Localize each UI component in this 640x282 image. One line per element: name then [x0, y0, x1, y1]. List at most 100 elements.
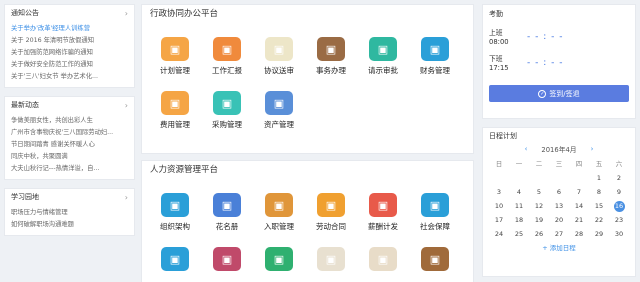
app-tile[interactable]: ▣ [150, 233, 200, 282]
briefcase-icon: ▣ [317, 37, 345, 61]
calendar-day[interactable]: 7 [569, 185, 589, 199]
announcements-header[interactable]: 通知公告 › [5, 5, 134, 21]
chevron-right-icon[interactable]: › [125, 9, 128, 18]
calendar-empty [569, 171, 589, 185]
next-month-icon[interactable]: › [591, 145, 594, 153]
app-label: 协议送审 [264, 66, 294, 75]
list-item[interactable]: 广州市含事物庆祝'三八国际劳动妇... [11, 127, 128, 139]
calendar-day[interactable]: 2 [609, 171, 629, 185]
calendar-day[interactable]: 25 [509, 227, 529, 241]
calendar-day[interactable]: 27 [549, 227, 569, 241]
app-tile[interactable]: ▣ 工作汇报 [202, 23, 252, 77]
app-tile[interactable]: ▣ 劳动合同 [306, 179, 356, 233]
calendar-day[interactable]: 24 [489, 227, 509, 241]
list-item[interactable]: 关于做好安全防范工作的通知 [11, 59, 128, 71]
office-platform-panel: 行政协同办公平台 ▣ 计划管理 ▣ 工作汇报 ▣ 协议送审 ▣ 事务办理 ▣ 请示审批 ▣ 财务管理 ▣… [141, 4, 474, 154]
calendar-day[interactable]: 29 [589, 227, 609, 241]
list-item[interactable]: 如何破解职场沟通难题 [11, 219, 128, 231]
news-header[interactable]: 最新动态 › [5, 97, 134, 113]
app-tile[interactable]: ▣ 组织架构 [150, 179, 200, 233]
calendar-day[interactable]: 28 [569, 227, 589, 241]
app-tile[interactable]: ▣ 花名册 [202, 179, 252, 233]
calendar-day[interactable]: 19 [529, 213, 549, 227]
insurance-icon: ▣ [421, 193, 449, 217]
calendar-day[interactable]: 5 [529, 185, 549, 199]
app-label: 计划管理 [160, 66, 190, 75]
prev-month-icon[interactable]: ‹ [525, 145, 528, 153]
labor-contract-icon: ▣ [317, 193, 345, 217]
app-tile[interactable]: ▣ [306, 233, 356, 282]
calendar-day[interactable]: 3 [489, 185, 509, 199]
app-tile[interactable]: ▣ 事务办理 [306, 23, 356, 77]
hr-icon-8: ▣ [213, 247, 241, 271]
app-tile[interactable]: ▣ 薪酬计发 [358, 179, 408, 233]
calendar-day[interactable]: 18 [509, 213, 529, 227]
checkin-label: 上班 [489, 29, 503, 37]
app-label: 费用管理 [160, 120, 190, 129]
onboard-icon: ▣ [265, 193, 293, 217]
list-item[interactable]: 关于'三八'妇女节 举办艺术化... [11, 71, 128, 83]
calendar-day[interactable]: 20 [549, 213, 569, 227]
list-item[interactable]: 职场压力与情绪管理 [11, 207, 128, 219]
chevron-right-icon[interactable]: › [125, 101, 128, 110]
app-tile[interactable]: ▣ 计划管理 [150, 23, 200, 77]
calendar-day[interactable]: 26 [529, 227, 549, 241]
finance-icon: ▣ [421, 37, 449, 61]
right-column: 考勤 上班 08:00 - - : - - 下班 17:15 - - : - -… [482, 4, 636, 277]
announcements-list: 关于举办'改革'经理人训练营 关于 2016 年清明节放假通知 关于加强防范网络诈骗… [5, 21, 134, 87]
hr-app-grid: ▣ 组织架构 ▣ 花名册 ▣ 入职管理 ▣ 劳动合同 ▣ 薪酬计发 ▣ 社会保障 ▣ ▣ ▣ ▣ ▣ ▣ [142, 179, 473, 282]
sign-in-out-button[interactable]: ✓ 签到/签退 [489, 85, 629, 102]
calendar-day[interactable]: 17 [489, 213, 509, 227]
checkin-record: - - : - - [527, 32, 564, 42]
calendar-day[interactable]: 8 [589, 185, 609, 199]
plan-icon: ▣ [161, 37, 189, 61]
calendar-day[interactable]: 12 [529, 199, 549, 213]
calendar-day[interactable]: 30 [609, 227, 629, 241]
app-tile[interactable]: ▣ 请示审批 [358, 23, 408, 77]
calendar-day[interactable]: 9 [609, 185, 629, 199]
app-tile[interactable]: ▣ 费用管理 [150, 77, 200, 131]
office-app-grid: ▣ 计划管理 ▣ 工作汇报 ▣ 协议送审 ▣ 事务办理 ▣ 请示审批 ▣ 财务管理 ▣ 费用管理 ▣ 采购管理… [142, 23, 473, 131]
list-item[interactable]: 同庆中秋，共聚圆满 [11, 151, 128, 163]
attendance-title: 考勤 [489, 10, 503, 18]
app-tile[interactable]: ▣ 资产管理 [254, 77, 304, 131]
calendar-day[interactable]: 21 [569, 213, 589, 227]
calendar-empty [489, 171, 509, 185]
app-tile[interactable]: ▣ 财务管理 [410, 23, 460, 77]
app-tile[interactable]: ▣ 协议送审 [254, 23, 304, 77]
app-tile[interactable]: ▣ [254, 233, 304, 282]
calendar-day[interactable]: 1 [589, 171, 609, 185]
calendar-day[interactable]: 16 [609, 199, 629, 213]
learning-header[interactable]: 学习园地 › [5, 189, 134, 205]
sign-button-label: 签到/签退 [549, 89, 580, 98]
chevron-right-icon[interactable]: › [125, 193, 128, 202]
app-label: 社会保障 [420, 222, 450, 231]
calendar-day[interactable]: 11 [509, 199, 529, 213]
app-tile[interactable]: ▣ [410, 233, 460, 282]
app-tile[interactable]: ▣ [358, 233, 408, 282]
add-schedule-button[interactable]: + 添加日程 [489, 242, 629, 252]
list-item[interactable]: 关于加强防范网络诈骗的通知 [11, 47, 128, 59]
middle-column: 行政协同办公平台 ▣ 计划管理 ▣ 工作汇报 ▣ 协议送审 ▣ 事务办理 ▣ 请示审批 ▣ 财务管理 ▣… [141, 4, 474, 282]
list-item[interactable]: 大夫山秋行记---热情洋溢，自... [11, 163, 128, 175]
app-tile[interactable]: ▣ 入职管理 [254, 179, 304, 233]
calendar-day[interactable]: 23 [609, 213, 629, 227]
list-item[interactable]: 争做美丽女性，共创出彩人生 [11, 115, 128, 127]
news-list: 争做美丽女性，共创出彩人生 广州市含事物庆祝'三八国际劳动妇... 节日期间踏青 感… [5, 113, 134, 179]
list-item[interactable]: 关于 2016 年清明节放假通知 [11, 35, 128, 47]
app-label: 薪酬计发 [368, 222, 398, 231]
list-item[interactable]: 节日期间踏青 感谢关怀暖人心 [11, 139, 128, 151]
calendar-empty [529, 171, 549, 185]
calendar-day[interactable]: 15 [589, 199, 609, 213]
calendar-day[interactable]: 10 [489, 199, 509, 213]
calendar-day[interactable]: 6 [549, 185, 569, 199]
app-tile[interactable]: ▣ 采购管理 [202, 77, 252, 131]
app-tile[interactable]: ▣ 社会保障 [410, 179, 460, 233]
list-item[interactable]: 关于举办'改革'经理人训练营 [11, 23, 128, 35]
weekday-label: 三 [555, 160, 563, 168]
calendar-day[interactable]: 14 [569, 199, 589, 213]
calendar-day[interactable]: 22 [589, 213, 609, 227]
calendar-day[interactable]: 4 [509, 185, 529, 199]
calendar-day[interactable]: 13 [549, 199, 569, 213]
app-tile[interactable]: ▣ [202, 233, 252, 282]
